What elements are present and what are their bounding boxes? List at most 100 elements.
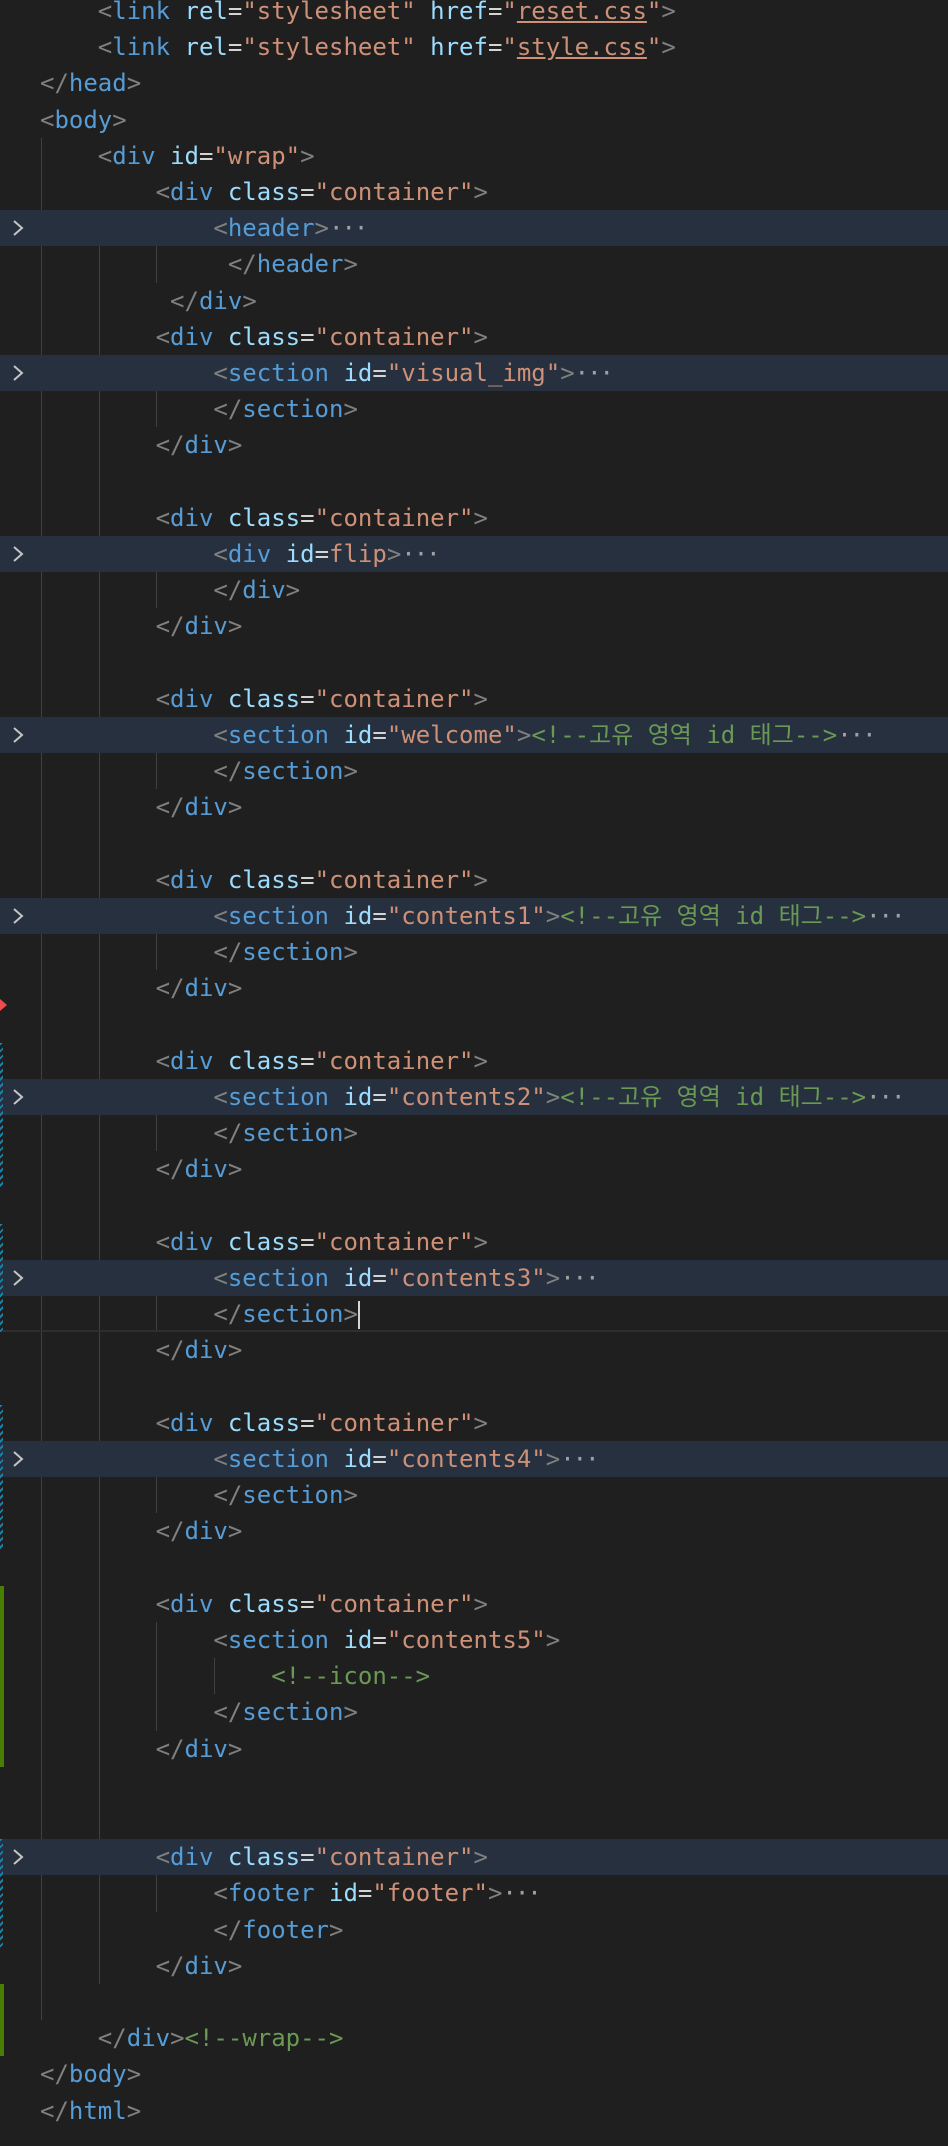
code-line[interactable]: </div> <box>0 1513 948 1549</box>
token-tag: footer <box>242 1915 329 1944</box>
code-line[interactable] <box>0 1188 948 1224</box>
code-line[interactable]: <div class="container"> <box>0 681 948 717</box>
code-line[interactable]: <div id=flip>··· <box>0 536 948 572</box>
gutter-modified-marker[interactable] <box>0 1839 3 1948</box>
code-line[interactable]: <header>··· <box>0 210 948 247</box>
code-line[interactable]: <div class="container"> <box>0 174 948 210</box>
code-line[interactable]: </div> <box>0 1151 948 1187</box>
code-line[interactable]: <section id="contents3">··· <box>0 1260 948 1296</box>
token-punc: > <box>545 1083 561 1111</box>
code-editor[interactable]: <link rel="stylesheet" href="reset.css">… <box>0 0 948 2146</box>
code-line[interactable]: </header> <box>0 246 948 282</box>
code-line[interactable]: </div> <box>0 427 948 463</box>
chevron-right-icon[interactable] <box>8 210 30 246</box>
token-str: "stylesheet" <box>242 0 416 25</box>
token-attr: rel <box>184 33 228 62</box>
code-line[interactable]: <section id="contents2"><!--고유 영역 id 태그-… <box>0 1079 948 1115</box>
chevron-right-icon[interactable] <box>8 717 30 753</box>
code-line[interactable]: <div class="container"> <box>0 1405 948 1441</box>
code-line[interactable]: </section> <box>0 1694 948 1730</box>
code-line[interactable]: </footer> <box>0 1912 948 1948</box>
code-line[interactable]: </section> <box>0 934 948 970</box>
gutter-deleted-marker[interactable] <box>0 999 7 1012</box>
code-line[interactable] <box>0 1369 948 1405</box>
code-line[interactable]: <div class="container"> <box>0 1839 948 1876</box>
code-line[interactable]: <section id="contents5"> <box>0 1622 948 1658</box>
code-line[interactable] <box>0 1803 948 1839</box>
code-line[interactable]: </body> <box>0 2056 948 2092</box>
code-line[interactable] <box>0 1550 948 1586</box>
code-line[interactable]: </section> <box>0 1115 948 1151</box>
token-punc: </ <box>213 1119 243 1148</box>
folded-ellipsis[interactable]: ··· <box>575 359 614 387</box>
code-line[interactable]: <footer id="footer">··· <box>0 1875 948 1911</box>
code-line[interactable]: </div> <box>0 970 948 1006</box>
code-line[interactable]: <div class="container"> <box>0 862 948 898</box>
code-line[interactable]: </div> <box>0 1731 948 1767</box>
code-line[interactable]: </div> <box>0 283 948 319</box>
code-line[interactable]: <div class="container"> <box>0 1586 948 1622</box>
folded-ellipsis[interactable]: ··· <box>560 1445 599 1473</box>
code-line[interactable]: <div id="wrap"> <box>0 138 948 174</box>
code-line[interactable]: </section> <box>0 1477 948 1513</box>
code-line[interactable] <box>0 645 948 681</box>
code-line[interactable]: <div class="container"> <box>0 319 948 355</box>
folded-ellipsis[interactable]: ··· <box>502 1879 541 1907</box>
code-line[interactable]: <section id="contents1"><!--고유 영역 id 태그-… <box>0 898 948 934</box>
token-tag: section <box>227 359 329 387</box>
folded-ellipsis[interactable]: ··· <box>866 902 905 930</box>
chevron-right-icon[interactable] <box>8 1260 30 1296</box>
code-line[interactable] <box>0 1007 948 1043</box>
gutter-modified-marker[interactable] <box>0 1223 3 1333</box>
code-line[interactable]: </div><!--wrap--> <box>0 2020 948 2056</box>
code-line[interactable]: <div class="container"> <box>0 500 948 536</box>
chevron-right-icon[interactable] <box>8 1839 30 1875</box>
chevron-right-icon[interactable] <box>8 355 30 391</box>
code-line[interactable]: </section> <box>0 391 948 427</box>
code-line[interactable]: <section id="welcome"><!--고유 영역 id 태그-->… <box>0 717 948 753</box>
gutter-modified-marker[interactable] <box>0 1042 3 1188</box>
code-line[interactable]: </div> <box>0 1332 948 1368</box>
code-line[interactable]: <body> <box>0 102 948 138</box>
code-line[interactable]: </html> <box>0 2093 948 2129</box>
code-line[interactable] <box>0 464 948 500</box>
folded-ellipsis[interactable]: ··· <box>866 1083 905 1111</box>
code-line[interactable]: <div class="container"> <box>0 1224 948 1260</box>
code-line[interactable]: </div> <box>0 789 948 825</box>
chevron-right-icon[interactable] <box>8 1079 30 1115</box>
code-line[interactable]: <section id="visual_img">··· <box>0 355 948 391</box>
folded-ellipsis[interactable]: ··· <box>560 1264 599 1292</box>
token-punc: > <box>227 1517 243 1546</box>
token-punc: < <box>213 721 228 749</box>
chevron-right-icon[interactable] <box>8 898 30 934</box>
code-line[interactable]: </head> <box>0 65 948 101</box>
code-line[interactable]: <div class="container"> <box>0 1043 948 1079</box>
code-line[interactable]: <link rel="stylesheet" href="reset.css"> <box>0 0 948 29</box>
chevron-right-icon[interactable] <box>8 1441 30 1477</box>
code-line[interactable] <box>0 1767 948 1803</box>
token-punc: </ <box>155 793 185 822</box>
chevron-right-icon[interactable] <box>8 536 30 572</box>
code-line[interactable]: <link rel="stylesheet" href="style.css"> <box>0 29 948 65</box>
code-line[interactable]: </section> <box>0 1296 948 1332</box>
folded-ellipsis[interactable]: ··· <box>401 540 440 568</box>
code-line[interactable] <box>0 1984 948 2020</box>
code-line[interactable]: </div> <box>0 608 948 644</box>
folded-ellipsis[interactable]: ··· <box>329 214 368 242</box>
code-line[interactable]: </section> <box>0 753 948 789</box>
code-line[interactable]: <!--icon--> <box>0 1658 948 1694</box>
code-line[interactable] <box>0 826 948 862</box>
code-line[interactable]: <section id="contents4">··· <box>0 1441 948 1477</box>
code-text: <section id="welcome"><!--고유 영역 id 태그-->… <box>40 717 876 753</box>
code-line[interactable]: </div> <box>0 1948 948 1984</box>
gutter-added-marker[interactable] <box>0 1984 4 2057</box>
folded-ellipsis[interactable]: ··· <box>837 721 876 749</box>
code-line[interactable]: </div> <box>0 572 948 608</box>
gutter-added-marker[interactable] <box>0 1585 4 1767</box>
token-punc: > <box>516 721 532 749</box>
gutter-modified-marker[interactable] <box>0 1404 3 1550</box>
